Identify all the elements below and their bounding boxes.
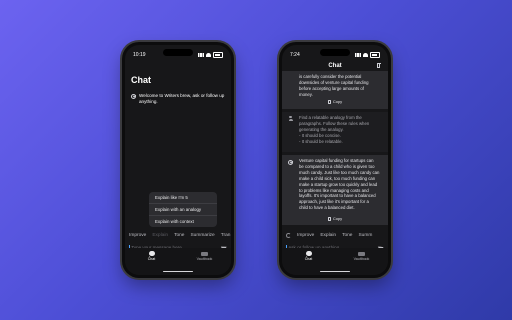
tab-chat-label: Chat	[304, 257, 313, 261]
check-circle-icon	[288, 159, 293, 165]
copy-label: Copy	[332, 99, 343, 105]
menu-item-explain-context[interactable]: Explain with context	[149, 216, 217, 227]
action-chips: Improve Explain Tone Summarize Tran	[125, 231, 231, 239]
wifi-icon	[363, 53, 368, 57]
response-1-line: money.	[299, 91, 313, 97]
phone-left-screen: 10:19 Chat Welcome to Writers brew, ask …	[125, 45, 231, 275]
tab-vaultbook[interactable]: Vaultbook	[190, 251, 220, 261]
phone-left: 10:19 Chat Welcome to Writers brew, ask …	[122, 42, 234, 278]
status-bar: 7:24	[290, 51, 380, 59]
status-time: 7:24	[290, 52, 300, 58]
trash-icon[interactable]	[376, 63, 382, 68]
ai-response-1: is carefully consider the potential down…	[282, 71, 388, 109]
phone-right-screen: 7:24 Chat is carefully consider the pote…	[282, 45, 388, 275]
copy-label: Copy	[332, 216, 343, 222]
explain-menu: Explain like I'm 5 Explain with an analo…	[149, 192, 217, 227]
copy-icon	[327, 100, 331, 104]
battery-icon	[213, 52, 223, 58]
chip-tone[interactable]: Tone	[342, 233, 352, 238]
check-circle-icon	[131, 93, 136, 99]
status-bar: 10:19	[133, 51, 223, 59]
menu-item-explain-analogy[interactable]: Explain with an analogy	[149, 204, 217, 216]
chip-summarize[interactable]: Summarize	[190, 233, 214, 238]
ai-response-2: Venture capital funding for startups can…	[282, 155, 388, 225]
welcome-text: Welcome to Writers brew, ask or follow u…	[139, 93, 225, 104]
tab-chat-label: Chat	[147, 257, 156, 261]
tab-vaultbook-label: Vaultbook	[353, 257, 370, 261]
chip-summarize[interactable]: Summ	[358, 233, 372, 238]
signal-icon	[355, 53, 361, 57]
page-title: Chat	[131, 75, 151, 85]
user-prompt: Find a relatable analogy from the paragr…	[282, 112, 388, 152]
signal-icon	[198, 53, 204, 57]
response-2-line: make a child sick, too much funding can	[299, 175, 376, 181]
chat-bubble-icon	[148, 251, 155, 258]
home-indicator	[163, 270, 193, 272]
copy-button[interactable]: Copy	[282, 216, 388, 222]
menu-item-explain-like-5[interactable]: Explain like I'm 5	[149, 192, 217, 204]
folder-icon	[358, 251, 365, 256]
status-icons	[355, 52, 380, 58]
tab-vaultbook[interactable]: Vaultbook	[347, 251, 377, 261]
chip-tone[interactable]: Tone	[174, 233, 184, 238]
chat-bubble-icon	[305, 251, 312, 258]
response-2-line: make a startup grow too quickly and lead	[299, 181, 378, 187]
wifi-icon	[206, 53, 211, 57]
welcome-message: Welcome to Writers brew, ask or follow u…	[131, 93, 225, 105]
user-icon	[288, 116, 293, 121]
chip-explain[interactable]: Explain	[320, 233, 336, 238]
response-2-line: child to have a balanced diet.	[299, 205, 355, 211]
status-time: 10:19	[133, 52, 146, 58]
prompt-line: - It should be relatable.	[299, 138, 343, 144]
status-icons	[198, 52, 223, 58]
nav-title: Chat	[328, 63, 342, 69]
phone-right: 7:24 Chat is carefully consider the pote…	[279, 42, 391, 278]
action-chips: Improve Explain Tone Summ	[282, 231, 388, 239]
chip-translate[interactable]: Tran	[221, 233, 231, 238]
tab-vaultbook-label: Vaultbook	[196, 257, 213, 261]
folder-icon	[201, 251, 208, 256]
chip-improve[interactable]: Improve	[297, 233, 314, 238]
tab-chat[interactable]: Chat	[137, 251, 167, 261]
response-2-line: much candy. Just like too much candy can	[299, 169, 380, 175]
battery-icon	[370, 52, 380, 58]
copy-icon	[327, 217, 331, 221]
response-2-line: be compared to a child who is given too	[299, 163, 375, 169]
tab-chat[interactable]: Chat	[294, 251, 324, 261]
chip-improve[interactable]: Improve	[129, 233, 146, 238]
chip-explain[interactable]: Explain	[152, 233, 168, 238]
refresh-icon[interactable]	[286, 232, 291, 238]
home-indicator	[320, 270, 350, 272]
copy-button[interactable]: Copy	[282, 99, 388, 105]
